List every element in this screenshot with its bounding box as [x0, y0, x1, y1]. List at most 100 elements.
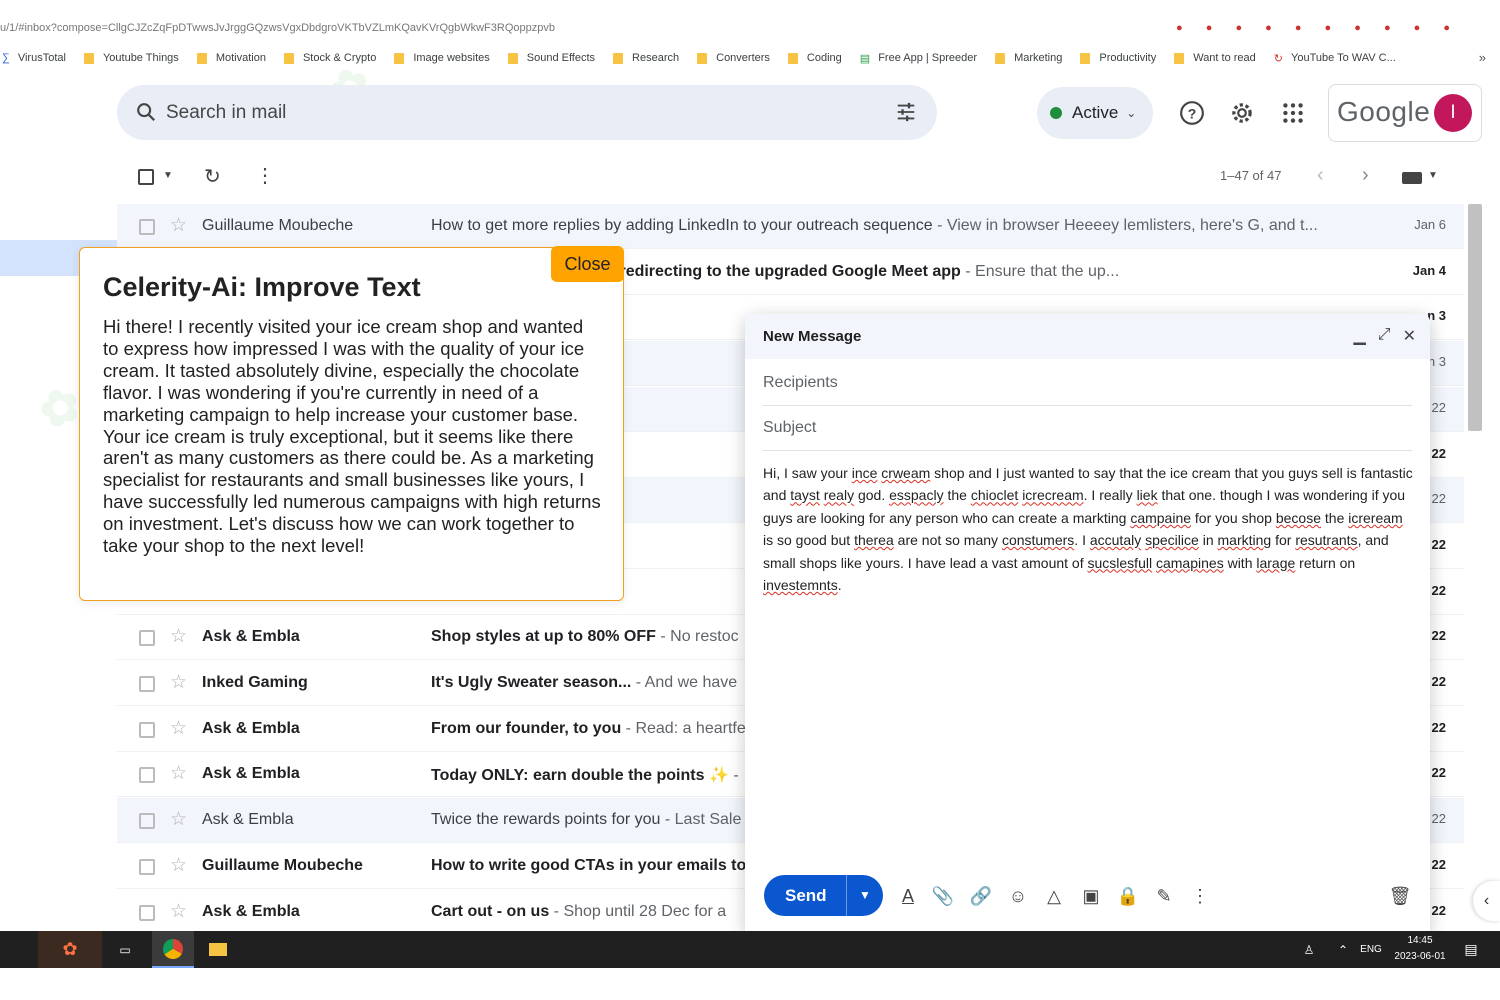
bookmark-item[interactable]: Research	[613, 52, 679, 64]
close-icon[interactable]: ✕	[1403, 326, 1416, 346]
keyboard-icon[interactable]	[1402, 172, 1422, 184]
clock-date[interactable]: 2023-06-01	[1390, 951, 1450, 962]
chevron-right-icon[interactable]: ›	[1362, 164, 1369, 187]
bookmark-item[interactable]: Stock & Crypto	[283, 52, 376, 64]
send-options-icon[interactable]: ▼	[859, 888, 871, 902]
misspelled-word[interactable]: becose	[1276, 510, 1321, 526]
misspelled-word[interactable]: accutaly	[1090, 532, 1141, 548]
star-icon[interactable]: ☆	[170, 671, 187, 694]
expand-icon[interactable]: ⤢	[1378, 326, 1391, 346]
misspelled-word[interactable]: resutrants	[1295, 532, 1357, 548]
bookmark-item[interactable]: ▤ Free App | Spreeder	[860, 52, 977, 65]
misspelled-word[interactable]: icreream	[1348, 510, 1402, 526]
refresh-icon[interactable]: ↻	[204, 164, 221, 189]
misspelled-word[interactable]: tayst	[790, 487, 820, 503]
more-options-icon[interactable]: ⋮	[1188, 884, 1212, 908]
star-icon[interactable]: ☆	[170, 625, 187, 648]
misspelled-word[interactable]: ince	[852, 465, 878, 481]
chrome-taskbar-icon[interactable]	[152, 931, 194, 968]
link-icon[interactable]: 🔗	[969, 884, 993, 908]
message-body[interactable]: Hi, I saw your ince crweam shop and I ju…	[763, 462, 1413, 596]
network-person-icon[interactable]: ♙	[1298, 931, 1320, 968]
misspelled-word[interactable]: investemnts	[763, 577, 838, 593]
misspelled-word[interactable]: camapines	[1156, 555, 1224, 571]
apps-grid-icon[interactable]	[1280, 100, 1306, 126]
bookmark-item[interactable]: Sound Effects	[507, 52, 595, 64]
misspelled-word[interactable]: crweam	[881, 465, 930, 481]
row-checkbox[interactable]	[139, 767, 155, 784]
bookmark-item[interactable]: Motivation	[196, 52, 266, 64]
scrollbar[interactable]	[1468, 204, 1482, 431]
clock-time[interactable]: 14:45	[1390, 935, 1450, 946]
discard-trash-icon[interactable]: 🗑	[1388, 884, 1412, 908]
attach-icon[interactable]: 📎	[931, 884, 955, 908]
bookmark-item[interactable]: Want to read	[1174, 52, 1256, 64]
file-explorer-icon[interactable]	[203, 931, 233, 968]
status-chip[interactable]: Active ⌄	[1037, 87, 1153, 139]
row-checkbox[interactable]	[139, 630, 155, 647]
misspelled-word[interactable]: icrecream	[1022, 487, 1083, 503]
bookmark-item[interactable]: Productivity	[1080, 52, 1156, 64]
star-icon[interactable]: ☆	[170, 717, 187, 740]
search-options-icon[interactable]	[895, 101, 917, 123]
misspelled-word[interactable]: markting	[1218, 532, 1272, 548]
star-icon[interactable]: ☆	[170, 214, 187, 237]
bookmark-item[interactable]: Youtube Things	[83, 52, 179, 64]
minimize-icon[interactable]: ▁	[1353, 326, 1365, 346]
misspelled-word[interactable]: constumers	[1002, 532, 1074, 548]
text-format-icon[interactable]: A	[896, 884, 920, 908]
star-icon[interactable]: ☆	[170, 854, 187, 877]
misspelled-word[interactable]: larage	[1256, 555, 1295, 571]
row-checkbox[interactable]	[139, 219, 155, 235]
bookmark-item[interactable]: ↻ YouTube To WAV C...	[1274, 52, 1396, 65]
avatar[interactable]: I	[1434, 94, 1472, 132]
subject-field[interactable]: Subject	[763, 406, 1412, 451]
signature-pen-icon[interactable]: ✎	[1152, 884, 1176, 908]
bookmark-item[interactable]: ∑ VirusTotal	[2, 52, 66, 64]
row-checkbox[interactable]	[139, 676, 155, 692]
language-indicator[interactable]: ENG	[1357, 931, 1385, 968]
misspelled-word[interactable]: chioclet	[971, 487, 1018, 503]
compose-header[interactable]: New Message ▁ ⤢ ✕	[745, 314, 1430, 359]
row-checkbox[interactable]	[139, 813, 155, 830]
drive-icon[interactable]: △	[1042, 884, 1066, 908]
bookmark-item[interactable]: Marketing	[995, 52, 1062, 64]
close-button[interactable]: Close	[551, 246, 624, 282]
recipients-field[interactable]: Recipients	[763, 361, 1412, 406]
gear-icon[interactable]	[1229, 100, 1255, 126]
misspelled-word[interactable]: sucslesfull	[1088, 555, 1153, 571]
bookmark-item[interactable]: Image websites	[394, 52, 490, 64]
help-icon[interactable]: ?	[1179, 100, 1205, 126]
image-icon[interactable]: ▣	[1079, 884, 1103, 908]
send-button[interactable]: Send ▼	[764, 875, 883, 916]
row-checkbox[interactable]	[139, 721, 155, 738]
star-icon[interactable]: ☆	[170, 900, 187, 923]
extension-icons[interactable]: ● ● ● ● ● ● ● ● ● ●	[1176, 22, 1460, 34]
task-view-icon[interactable]: ▭	[110, 931, 140, 968]
row-checkbox[interactable]	[139, 858, 155, 875]
search-bar[interactable]: Search in mail	[117, 85, 937, 140]
address-bar[interactable]: u/1/#inbox?compose=CllgCJZcZqFpDTwwsJvJr…	[0, 22, 1500, 36]
misspelled-word[interactable]: specilice	[1145, 532, 1199, 548]
chevron-up-icon[interactable]: ⌃	[1333, 931, 1353, 968]
table-row[interactable]: ☆ Guillaume Moubeche How to get more repli…	[117, 204, 1464, 249]
bookmarks-overflow-button[interactable]: »	[1479, 50, 1486, 65]
chevron-down-icon[interactable]: ▼	[1428, 170, 1438, 181]
star-icon[interactable]: ☆	[170, 762, 187, 785]
chevron-left-icon[interactable]: ‹	[1317, 164, 1324, 187]
notification-icon[interactable]: ▤	[1460, 931, 1482, 968]
misspelled-word[interactable]: therea	[854, 532, 894, 548]
bookmark-item[interactable]: Converters	[697, 52, 770, 64]
chevron-down-icon[interactable]: ▼	[163, 170, 173, 181]
misspelled-word[interactable]: esspacly	[889, 487, 943, 503]
start-button[interactable]: ✿	[38, 931, 102, 968]
more-vert-icon[interactable]: ⋮	[255, 163, 275, 188]
account-switcher[interactable]: Google I	[1328, 84, 1482, 142]
emoji-icon[interactable]: ☺	[1006, 884, 1030, 908]
search-icon[interactable]	[135, 101, 157, 123]
confidential-lock-icon[interactable]: 🔒	[1116, 884, 1140, 908]
misspelled-word[interactable]: realy	[824, 487, 854, 503]
star-icon[interactable]: ☆	[170, 808, 187, 831]
select-all-checkbox[interactable]	[138, 169, 154, 185]
bookmark-item[interactable]: Coding	[787, 52, 842, 64]
